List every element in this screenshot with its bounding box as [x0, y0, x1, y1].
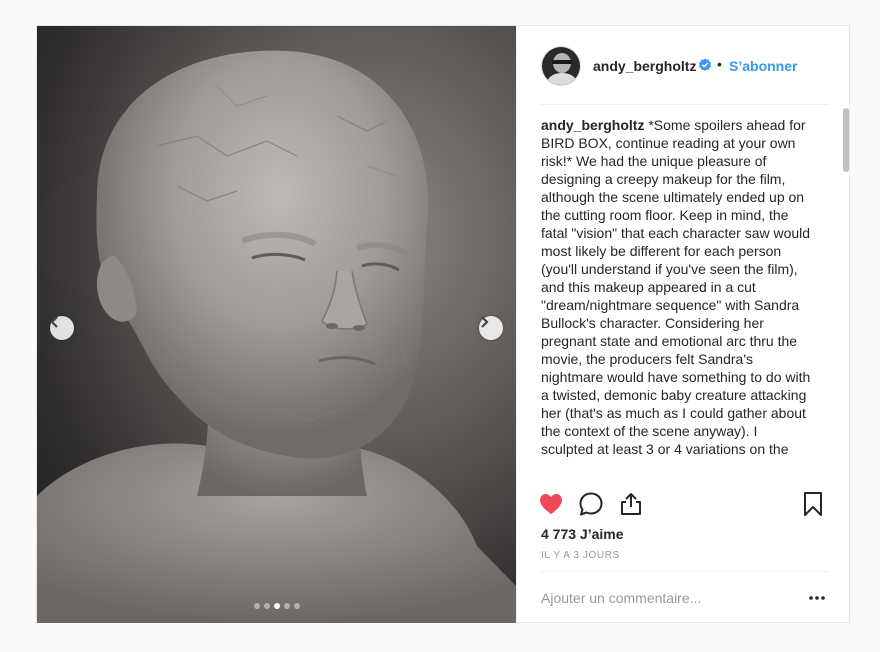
header-separator: •: [717, 56, 722, 72]
carousel-dot: [283, 603, 290, 609]
caption-scroll-area[interactable]: andy_bergholtz *Some spoilers ahead for …: [541, 116, 829, 476]
post-sidebar: andy_bergholtz • S’abonner andy_bergholt…: [516, 26, 851, 623]
likes-count[interactable]: 4 773 J’aime: [541, 526, 624, 542]
post-actions: [533, 486, 833, 522]
carousel-dot: [263, 603, 270, 609]
more-options-button[interactable]: [805, 588, 829, 608]
caption-text: *Some spoilers ahead for BIRD BOX, conti…: [541, 117, 811, 457]
chevron-left-icon: [50, 316, 58, 328]
heart-filled-icon: [540, 494, 562, 514]
chevron-right-icon: [481, 316, 489, 328]
verified-badge-icon: [699, 58, 711, 71]
carousel-dot-active: [273, 603, 280, 609]
avatar[interactable]: [541, 46, 581, 86]
caption-username[interactable]: andy_bergholtz: [541, 117, 644, 133]
bookmark-icon: [804, 492, 822, 516]
comment-button[interactable]: [573, 486, 609, 522]
caption-scrollbar[interactable]: [842, 108, 850, 478]
carousel-dot: [253, 603, 260, 609]
more-options-icon: [809, 596, 825, 600]
post-media-carousel[interactable]: [37, 26, 516, 623]
like-button[interactable]: [533, 486, 569, 522]
follow-button[interactable]: S’abonner: [729, 58, 797, 74]
divider: [541, 571, 829, 572]
scrollbar-thumb[interactable]: [843, 108, 849, 172]
share-button[interactable]: [613, 486, 649, 522]
divider: [541, 104, 829, 105]
avatar-image: [542, 47, 580, 85]
carousel-dots: [37, 603, 516, 609]
carousel-prev-button[interactable]: [50, 316, 74, 340]
post-timestamp[interactable]: IL Y A 3 JOURS: [541, 550, 620, 561]
post-username[interactable]: andy_bergholtz: [593, 58, 696, 74]
sculpture-photo: [37, 50, 516, 623]
comment-input[interactable]: [541, 582, 791, 614]
share-upload-icon: [621, 493, 641, 515]
save-button[interactable]: [795, 486, 831, 522]
carousel-dot: [293, 603, 300, 609]
carousel-next-button[interactable]: [479, 316, 503, 340]
post-card: andy_bergholtz • S’abonner andy_bergholt…: [36, 25, 850, 623]
post-header: andy_bergholtz • S’abonner: [517, 26, 851, 103]
post-caption: andy_bergholtz *Some spoilers ahead for …: [541, 116, 813, 458]
comment-bubble-icon: [579, 492, 603, 516]
